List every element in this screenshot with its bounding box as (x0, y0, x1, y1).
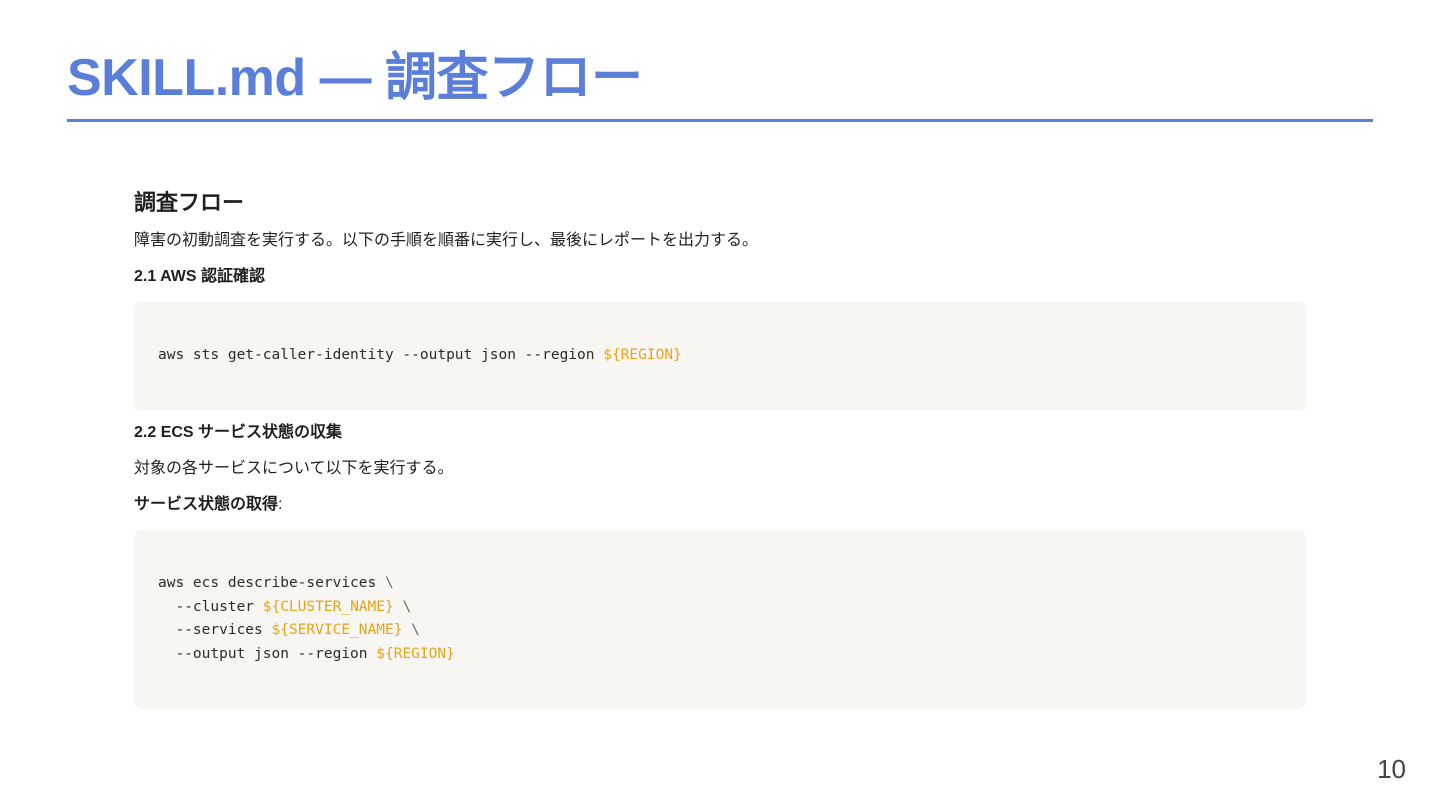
code-line-2-continuation: \ (393, 598, 412, 615)
service-status-label-text: サービス状態の取得 (134, 496, 279, 513)
ecs-status-heading: 2.2 ECS サービス状態の収集 (134, 424, 343, 441)
slide-title: SKILL.md — 調査フロー (67, 49, 643, 107)
intro-paragraph: 障害の初動調査を実行する。以下の手順を順番に実行し、最後にレポートを出力する。 (134, 232, 759, 249)
section-heading: 調査フロー (134, 190, 245, 215)
code-command: aws sts get-caller-identity --output jso… (158, 347, 604, 363)
code-line-2: --cluster (158, 598, 263, 615)
code-line-1-continuation: \ (384, 575, 394, 591)
code-variable-cluster: ${CLUSTER_NAME} (262, 598, 394, 615)
code-line-1: aws ecs describe-services (158, 575, 385, 591)
ecs-describe-code-block: aws ecs describe-services \ --cluster ${… (134, 530, 1306, 709)
code-line-4: --output json --region (158, 645, 377, 662)
service-status-label: サービス状態の取得: (134, 492, 1306, 518)
aws-auth-heading: 2.1 AWS 認証確認 (134, 268, 265, 285)
code-variable: ${REGION} (603, 347, 682, 363)
aws-auth-code-block: aws sts get-caller-identity --output jso… (134, 302, 1306, 410)
slide-content: 調査フロー 障害の初動調査を実行する。以下の手順を順番に実行し、最後にレポートを… (134, 186, 1306, 709)
page-number: 10 (1377, 754, 1406, 784)
ecs-description: 対象の各サービスについて以下を実行する。 (134, 460, 454, 477)
code-variable-region: ${REGION} (376, 645, 455, 662)
code-line-3: --services (158, 622, 272, 638)
code-variable-service: ${SERVICE_NAME} (271, 622, 403, 638)
code-line-3-continuation: \ (402, 622, 420, 638)
label-colon: : (278, 496, 283, 513)
title-underline (67, 119, 1373, 122)
